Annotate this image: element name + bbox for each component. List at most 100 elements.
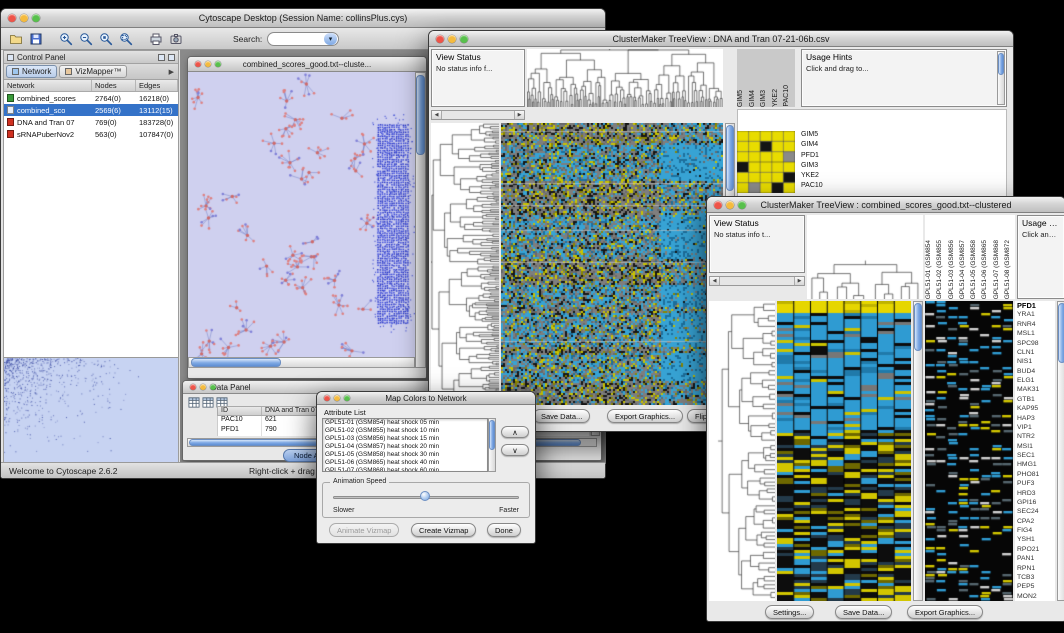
gene-label[interactable]: CPA2 <box>1015 517 1055 526</box>
gene-label[interactable]: RPO21 <box>1015 545 1055 554</box>
tab-network[interactable]: Network <box>6 65 57 78</box>
close-icon[interactable] <box>714 201 722 209</box>
tab-overflow-icon[interactable]: ▶ <box>165 68 178 76</box>
column-header-network[interactable]: Network <box>4 80 92 91</box>
scroll-right-icon[interactable]: ▶ <box>794 277 804 285</box>
gene-label[interactable]: HMG1 <box>1015 460 1055 469</box>
save-session-icon[interactable] <box>27 31 44 47</box>
zoom-x-scroller[interactable]: ◀▶ <box>431 110 525 120</box>
gene-label[interactable]: PHO81 <box>1015 470 1055 479</box>
scroll-left-icon[interactable]: ◀ <box>432 111 442 119</box>
settings-button[interactable]: Settings... <box>765 605 814 619</box>
scrollbar-thumb[interactable] <box>1058 303 1064 363</box>
gene-label[interactable]: TCB3 <box>1015 573 1055 582</box>
speed-slider-thumb[interactable] <box>420 491 430 501</box>
row-dendrogram-canvas[interactable] <box>431 123 499 405</box>
usage-hints-scrollbar[interactable] <box>997 51 1005 105</box>
zoom-fit-icon[interactable] <box>117 31 134 47</box>
column-header-nodes[interactable]: Nodes <box>92 80 136 91</box>
network-table-row[interactable]: combined_scores2764(0)16218(0) <box>4 92 178 104</box>
gene-label[interactable]: GPI16 <box>1015 498 1055 507</box>
attribute-list-scrollbar[interactable] <box>488 418 496 472</box>
treeview-dna-titlebar[interactable]: ClusterMaker TreeView : DNA and Tran 07-… <box>429 31 1013 47</box>
zoom-window-icon[interactable] <box>215 61 221 67</box>
scrollbar-thumb[interactable] <box>489 420 495 450</box>
minimize-icon[interactable] <box>334 395 340 401</box>
gene-label[interactable]: HRD3 <box>1015 489 1055 498</box>
zoom-x-scroller[interactable]: ◀▶ <box>709 276 805 286</box>
minimize-icon[interactable] <box>726 201 734 209</box>
scrollbar-thumb[interactable] <box>416 75 425 155</box>
minimize-icon[interactable] <box>205 61 211 67</box>
attribute-item[interactable]: GPL51-06 (GSM865) heat shock 40 min <box>323 459 487 467</box>
zoom-row-label[interactable]: GIM4 <box>801 140 861 150</box>
close-icon[interactable] <box>195 61 201 67</box>
move-down-button[interactable]: ∨ <box>501 444 529 456</box>
gene-label[interactable]: PEP5 <box>1015 582 1055 591</box>
gene-label[interactable]: GTB1 <box>1015 395 1055 404</box>
gene-label[interactable]: MON2 <box>1015 592 1055 601</box>
gene-label[interactable]: FIG4 <box>1015 526 1055 535</box>
network-canvas[interactable] <box>188 72 415 368</box>
attribute-item[interactable]: GPL51-02 (GSM855) heat shock 10 min <box>323 427 487 435</box>
gene-label[interactable]: NIS1 <box>1015 357 1055 366</box>
treeview-combined-titlebar[interactable]: ClusterMaker TreeView : combined_scores_… <box>707 197 1064 213</box>
gene-label[interactable]: RNR4 <box>1015 320 1055 329</box>
zoom-out-icon[interactable] <box>77 31 94 47</box>
close-icon[interactable] <box>190 384 196 390</box>
scrollbar-thumb[interactable] <box>914 303 922 351</box>
scroll-left-icon[interactable]: ◀ <box>710 277 720 285</box>
minimize-icon[interactable] <box>200 384 206 390</box>
zoom-selected-icon[interactable] <box>97 31 114 47</box>
gene-label[interactable]: HAP3 <box>1015 414 1055 423</box>
zoom-window-icon[interactable] <box>738 201 746 209</box>
table-icon[interactable] <box>202 395 214 413</box>
gene-label[interactable]: YSH1 <box>1015 535 1055 544</box>
hide-panel-icon[interactable] <box>168 54 175 61</box>
attribute-list[interactable]: GPL51-01 (GSM854) heat shock 05 minGPL51… <box>322 418 488 472</box>
zoom-window-icon[interactable] <box>460 35 468 43</box>
zoom-heatmap-canvas[interactable] <box>737 131 795 193</box>
network-view-titlebar[interactable]: combined_scores_good.txt--cluste... <box>188 57 426 72</box>
gene-label[interactable]: SEC1 <box>1015 451 1055 460</box>
gene-label[interactable]: MAK31 <box>1015 385 1055 394</box>
zoom-row-label[interactable]: PAC10 <box>801 181 861 191</box>
gene-label[interactable]: SEC24 <box>1015 507 1055 516</box>
zoom-in-icon[interactable] <box>57 31 74 47</box>
chevron-down-icon[interactable]: ▾ <box>324 33 337 45</box>
network-table-row[interactable]: DNA and Tran 07769(0)183728(0) <box>4 116 178 128</box>
column-dendrogram-canvas[interactable] <box>807 215 923 299</box>
select-attributes-icon[interactable] <box>188 395 200 413</box>
minimize-icon[interactable] <box>20 14 28 22</box>
tab-vizmapper[interactable]: VizMapper™ <box>59 65 127 78</box>
export-graphics-button[interactable]: Export Graphics... <box>607 409 683 423</box>
gene-label[interactable]: MSL1 <box>1015 329 1055 338</box>
scrollbar-thumb[interactable] <box>998 53 1004 75</box>
animate-vizmap-button[interactable]: Animate Vizmap <box>329 523 399 537</box>
scrollbar-thumb[interactable] <box>191 358 281 367</box>
scroll-right-icon[interactable]: ▶ <box>514 111 524 119</box>
gene-label[interactable]: PAN1 <box>1015 554 1055 563</box>
network-overview-canvas[interactable] <box>4 358 178 462</box>
gene-label[interactable]: VIP1 <box>1015 423 1055 432</box>
done-button[interactable]: Done <box>487 523 521 537</box>
close-icon[interactable] <box>8 14 16 22</box>
gene-label[interactable]: MSI1 <box>1015 442 1055 451</box>
zoom-row-label[interactable]: YKE2 <box>801 171 861 181</box>
gene-label[interactable]: KAP95 <box>1015 404 1055 413</box>
column-header-id[interactable]: ID <box>218 407 262 415</box>
snapshot-icon[interactable] <box>167 31 184 47</box>
zoom-window-icon[interactable] <box>32 14 40 22</box>
heatmap-canvas[interactable] <box>777 301 911 601</box>
gene-label[interactable]: SPC98 <box>1015 339 1055 348</box>
network-table-row[interactable]: sRNAPuberNov2563(0)107847(0) <box>4 128 178 140</box>
gene-label[interactable]: PFD1 <box>1015 301 1055 310</box>
save-data-button[interactable]: Save Data... <box>835 605 892 619</box>
zoom-row-label[interactable]: GIM5 <box>801 130 861 140</box>
gene-label[interactable]: BUD4 <box>1015 367 1055 376</box>
gene-label[interactable]: RPN1 <box>1015 564 1055 573</box>
zoom-row-label[interactable]: GIM3 <box>801 161 861 171</box>
column-header-edges[interactable]: Edges <box>136 80 178 91</box>
minimize-icon[interactable] <box>448 35 456 43</box>
move-up-button[interactable]: ∧ <box>501 426 529 438</box>
